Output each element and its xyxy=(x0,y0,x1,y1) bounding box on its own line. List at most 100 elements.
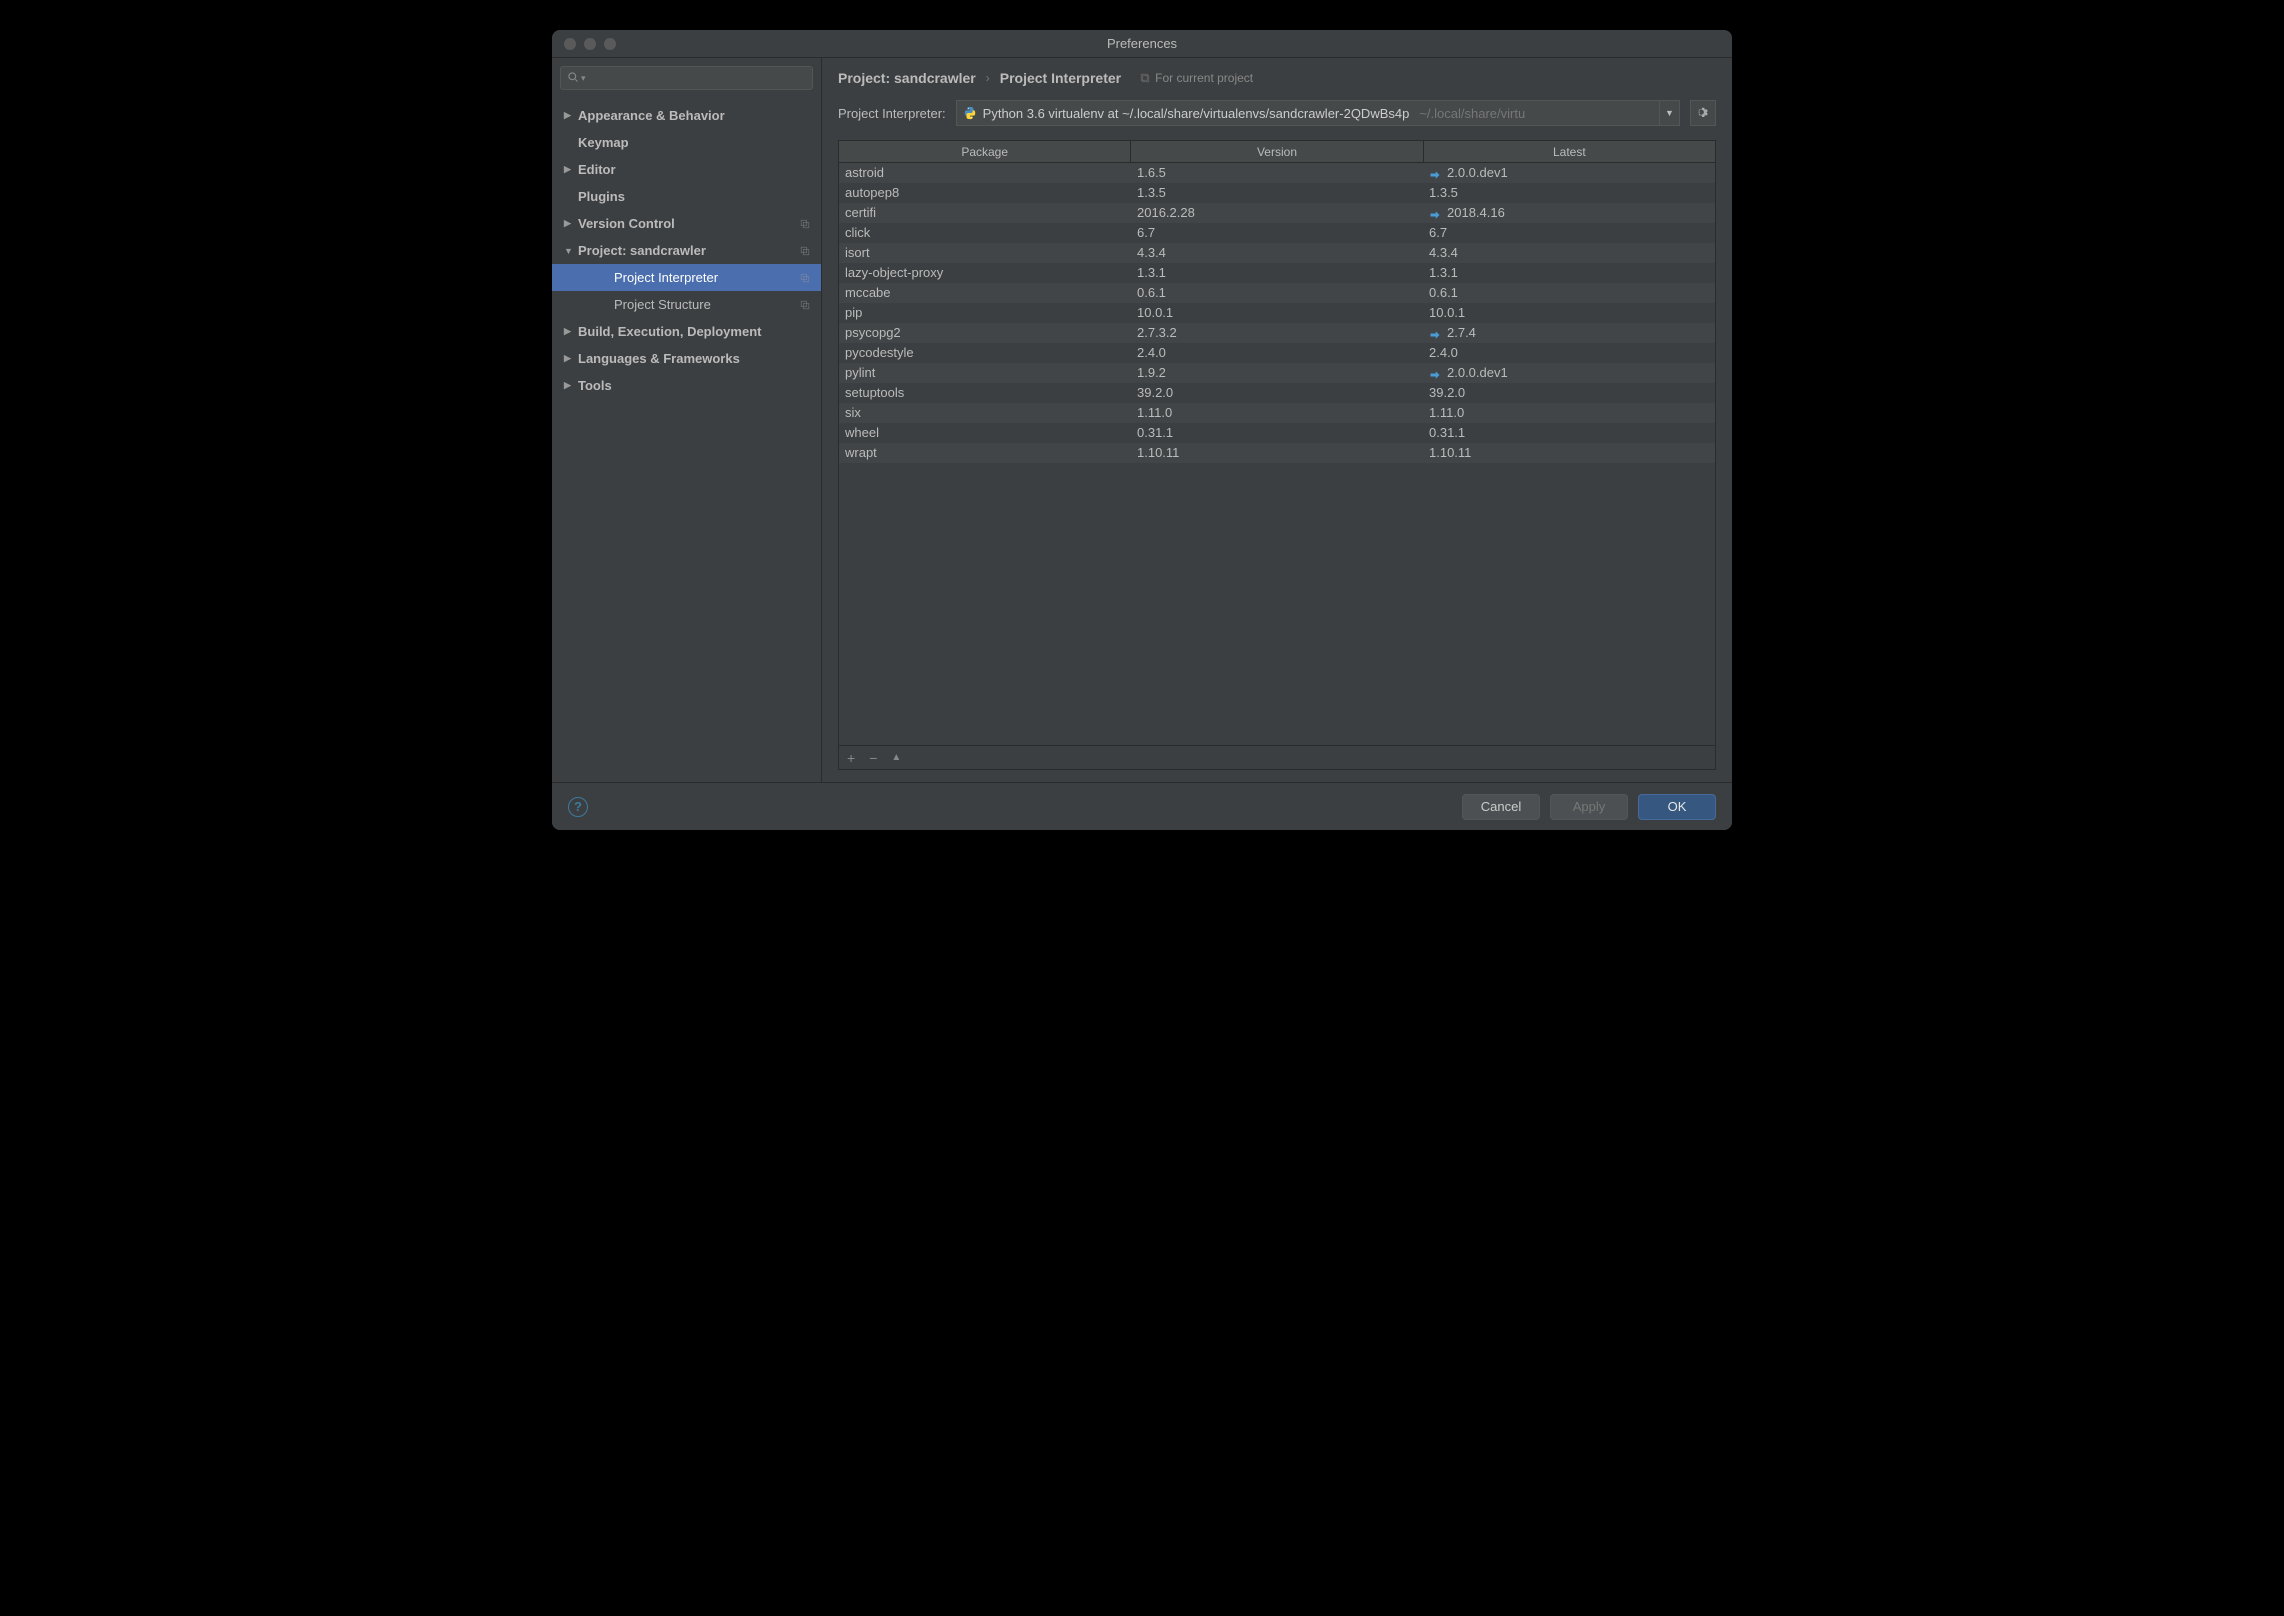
body: ▶Appearance & Behavior▶Keymap▶Editor▶Plu… xyxy=(552,58,1732,782)
cell-latest: 0.6.1 xyxy=(1423,283,1715,303)
cell-latest: 6.7 xyxy=(1423,223,1715,243)
chevron-right-icon: ▶ xyxy=(564,110,578,121)
table-row[interactable]: click6.76.7 xyxy=(839,223,1715,243)
cell-version: 4.3.4 xyxy=(1131,243,1423,263)
cell-latest: 10.0.1 xyxy=(1423,303,1715,323)
minimize-traffic-light[interactable] xyxy=(584,38,596,50)
table-row[interactable]: psycopg22.7.3.22.7.4 xyxy=(839,323,1715,343)
sidebar-item[interactable]: ▶Editor xyxy=(552,156,821,183)
interpreter-path-suffix: ~/.local/share/virtu xyxy=(1419,106,1525,121)
update-available-icon xyxy=(1429,327,1441,339)
table-row[interactable]: pycodestyle2.4.02.4.0 xyxy=(839,343,1715,363)
table-row[interactable]: wheel0.31.10.31.1 xyxy=(839,423,1715,443)
table-row[interactable]: pip10.0.110.0.1 xyxy=(839,303,1715,323)
settings-tree: ▶Appearance & Behavior▶Keymap▶Editor▶Plu… xyxy=(552,98,821,782)
footer-buttons: Cancel Apply OK xyxy=(1462,794,1716,820)
table-row[interactable]: isort4.3.44.3.4 xyxy=(839,243,1715,263)
zoom-traffic-light[interactable] xyxy=(604,38,616,50)
chevron-right-icon: ▶ xyxy=(564,164,578,175)
main-panel: Project: sandcrawler › Project Interpret… xyxy=(822,58,1732,782)
sidebar-item-label: Version Control xyxy=(578,216,675,231)
sidebar-item[interactable]: ▶Project Structure xyxy=(552,291,821,318)
remove-package-button[interactable]: − xyxy=(869,751,877,765)
window-controls xyxy=(552,38,616,50)
cell-latest: 1.11.0 xyxy=(1423,403,1715,423)
cell-package: psycopg2 xyxy=(839,323,1131,343)
cell-version: 10.0.1 xyxy=(1131,303,1423,323)
cell-latest: 0.31.1 xyxy=(1423,423,1715,443)
cell-package: astroid xyxy=(839,163,1131,183)
cell-version: 0.31.1 xyxy=(1131,423,1423,443)
sidebar-item[interactable]: ▶Plugins xyxy=(552,183,821,210)
sidebar-item[interactable]: ▶Project Interpreter xyxy=(552,264,821,291)
sidebar-item[interactable]: ▶Appearance & Behavior xyxy=(552,102,821,129)
sidebar-item[interactable]: ▶Version Control xyxy=(552,210,821,237)
breadcrumb-crumb: Project Interpreter xyxy=(1000,70,1121,86)
cell-version: 0.6.1 xyxy=(1131,283,1423,303)
help-button[interactable]: ? xyxy=(568,797,588,817)
close-traffic-light[interactable] xyxy=(564,38,576,50)
table-row[interactable]: pylint1.9.22.0.0.dev1 xyxy=(839,363,1715,383)
update-available-icon xyxy=(1429,167,1441,179)
cell-version: 1.11.0 xyxy=(1131,403,1423,423)
cell-package: certifi xyxy=(839,203,1131,223)
copy-icon xyxy=(799,272,811,284)
chevron-right-icon: ▶ xyxy=(564,326,578,337)
cell-package: six xyxy=(839,403,1131,423)
titlebar: Preferences xyxy=(552,30,1732,58)
table-row[interactable]: astroid1.6.52.0.0.dev1 xyxy=(839,163,1715,183)
sidebar-item-label: Keymap xyxy=(578,135,629,150)
cell-version: 1.10.11 xyxy=(1131,443,1423,463)
interpreter-row: Project Interpreter: Python 3.6 virtuale… xyxy=(822,92,1732,140)
cell-package: lazy-object-proxy xyxy=(839,263,1131,283)
table-row[interactable]: autopep81.3.51.3.5 xyxy=(839,183,1715,203)
sidebar-item[interactable]: ▼Project: sandcrawler xyxy=(552,237,821,264)
sidebar-item[interactable]: ▶Languages & Frameworks xyxy=(552,345,821,372)
sidebar-item[interactable]: ▶Keymap xyxy=(552,129,821,156)
footer: ? Cancel Apply OK xyxy=(552,782,1732,830)
cell-latest: 2.0.0.dev1 xyxy=(1423,363,1715,383)
add-package-button[interactable]: + xyxy=(847,751,855,765)
sidebar-item-label: Build, Execution, Deployment xyxy=(578,324,761,339)
python-icon xyxy=(963,106,977,120)
preferences-window: Preferences ▶Appearance & Behavior▶Keyma… xyxy=(552,30,1732,830)
sidebar: ▶Appearance & Behavior▶Keymap▶Editor▶Plu… xyxy=(552,58,822,782)
table-row[interactable]: mccabe0.6.10.6.1 xyxy=(839,283,1715,303)
ok-button[interactable]: OK xyxy=(1638,794,1716,820)
sidebar-item[interactable]: ▶Build, Execution, Deployment xyxy=(552,318,821,345)
table-row[interactable]: lazy-object-proxy1.3.11.3.1 xyxy=(839,263,1715,283)
packages-table: Package Version Latest astroid1.6.52.0.0… xyxy=(838,140,1716,770)
sidebar-item-label: Project Structure xyxy=(614,297,711,312)
interpreter-value: Python 3.6 virtualenv at ~/.local/share/… xyxy=(983,106,1410,121)
sidebar-item-label: Languages & Frameworks xyxy=(578,351,740,366)
cell-package: wheel xyxy=(839,423,1131,443)
column-header-latest[interactable]: Latest xyxy=(1424,141,1715,162)
table-row[interactable]: setuptools39.2.039.2.0 xyxy=(839,383,1715,403)
window-title: Preferences xyxy=(552,36,1732,51)
cell-version: 6.7 xyxy=(1131,223,1423,243)
table-row[interactable]: six1.11.01.11.0 xyxy=(839,403,1715,423)
interpreter-select[interactable]: Python 3.6 virtualenv at ~/.local/share/… xyxy=(956,100,1680,126)
cancel-button[interactable]: Cancel xyxy=(1462,794,1540,820)
cell-latest: 2.7.4 xyxy=(1423,323,1715,343)
interpreter-label: Project Interpreter: xyxy=(838,106,946,121)
upgrade-package-button[interactable]: ▲ xyxy=(891,753,901,763)
table-row[interactable]: certifi2016.2.282018.4.16 xyxy=(839,203,1715,223)
search-input[interactable] xyxy=(560,66,813,90)
sidebar-item[interactable]: ▶Tools xyxy=(552,372,821,399)
column-header-version[interactable]: Version xyxy=(1131,141,1423,162)
chevron-right-icon: ▶ xyxy=(564,380,578,391)
chevron-right-icon: ▶ xyxy=(564,353,578,364)
apply-button[interactable]: Apply xyxy=(1550,794,1628,820)
gear-icon xyxy=(1696,106,1710,120)
cell-package: pip xyxy=(839,303,1131,323)
column-header-package[interactable]: Package xyxy=(839,141,1131,162)
cell-latest: 1.3.5 xyxy=(1423,183,1715,203)
table-row[interactable]: wrapt1.10.111.10.11 xyxy=(839,443,1715,463)
cell-version: 2016.2.28 xyxy=(1131,203,1423,223)
chevron-down-icon: ▼ xyxy=(564,246,578,256)
interpreter-settings-button[interactable] xyxy=(1690,100,1716,126)
chevron-right-icon: › xyxy=(986,71,990,85)
cell-latest: 2.0.0.dev1 xyxy=(1423,163,1715,183)
cell-version: 1.3.1 xyxy=(1131,263,1423,283)
